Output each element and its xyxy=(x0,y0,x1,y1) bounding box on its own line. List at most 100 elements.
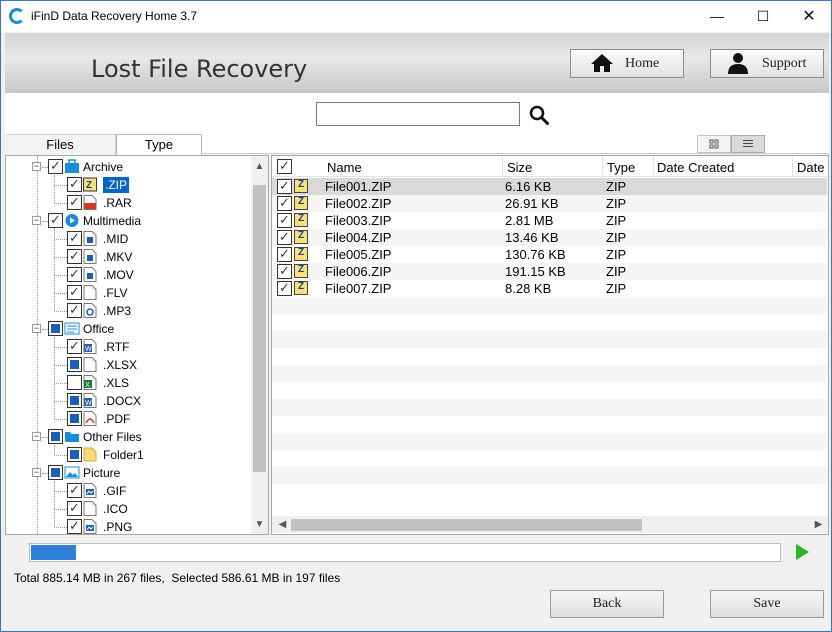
tree-scroll-thumb[interactable] xyxy=(253,185,266,472)
tree-checkbox[interactable] xyxy=(67,411,82,426)
table-row[interactable]: ✓ Z File003.ZIP 2.81 MB ZIP xyxy=(272,212,827,229)
tree-item-label: Office xyxy=(83,322,115,336)
column-divider[interactable] xyxy=(792,156,793,177)
row-checkbox[interactable]: ✓ xyxy=(277,213,292,228)
rar-file-icon xyxy=(83,195,97,210)
tree-checkbox[interactable]: ✓ xyxy=(67,177,82,192)
column-divider[interactable] xyxy=(502,156,503,177)
support-button[interactable]: Support xyxy=(710,49,824,78)
row-checkbox[interactable]: ✓ xyxy=(277,196,292,211)
tree-checkbox[interactable] xyxy=(67,393,82,408)
zip-file-icon: Z xyxy=(294,179,308,193)
tree-checkbox[interactable]: ✓ xyxy=(67,231,82,246)
tree-item[interactable]: ✓ .MID xyxy=(6,230,250,248)
collapse-toggle[interactable]: − xyxy=(32,468,41,477)
title-bar[interactable]: iFinD Data Recovery Home 3.7 — ☐ ✕ xyxy=(1,1,831,32)
thumbnail-view-button[interactable] xyxy=(697,135,731,153)
page-title: Lost File Recovery xyxy=(91,55,308,83)
tree-checkbox[interactable] xyxy=(48,465,63,480)
column-divider[interactable] xyxy=(602,156,603,177)
tree-checkbox[interactable]: ✓ xyxy=(67,195,82,210)
tree-checkbox[interactable]: ✓ xyxy=(67,339,82,354)
save-button[interactable]: Save xyxy=(710,590,824,618)
tree-checkbox[interactable]: ✓ xyxy=(67,303,82,318)
tree-item[interactable]: ✓ .FLV xyxy=(6,284,250,302)
row-checkbox[interactable]: ✓ xyxy=(277,247,292,262)
tree-item[interactable]: ✓ .PNG xyxy=(6,518,250,534)
collapse-toggle[interactable]: − xyxy=(32,162,41,171)
tree-item[interactable]: ✓ .MP3 xyxy=(6,302,250,320)
tree-item[interactable]: .XLSX xyxy=(6,356,250,374)
tab-type[interactable]: Type xyxy=(116,134,202,155)
search-icon[interactable] xyxy=(529,105,549,125)
minimize-button[interactable]: — xyxy=(694,1,740,32)
list-view-button[interactable] xyxy=(731,135,765,153)
tree-category[interactable]: − ✓ Archive xyxy=(6,158,250,176)
tree-checkbox[interactable] xyxy=(67,447,82,462)
tree-category[interactable]: − Other Files xyxy=(6,428,250,446)
column-header-date-created[interactable]: Date Created xyxy=(657,160,734,175)
tree-checkbox[interactable]: ✓ xyxy=(67,267,82,282)
scroll-left-icon[interactable]: ◀ xyxy=(274,516,291,533)
cell-type: ZIP xyxy=(606,196,627,211)
tree-checkbox[interactable]: ✓ xyxy=(67,285,82,300)
column-header-size[interactable]: Size xyxy=(507,160,532,175)
tree-checkbox[interactable]: ✓ xyxy=(48,213,63,228)
tree-item[interactable]: ✓ W .RTF xyxy=(6,338,250,356)
maximize-button[interactable]: ☐ xyxy=(740,1,786,32)
table-row[interactable]: ✓ Z File006.ZIP 191.15 KB ZIP xyxy=(272,263,827,280)
tree-item[interactable]: ✓ .MKV xyxy=(6,248,250,266)
column-header-date[interactable]: Date xyxy=(797,160,824,175)
column-header-name[interactable]: Name xyxy=(327,160,362,175)
tree-item[interactable]: .PDF xyxy=(6,410,250,428)
tree-checkbox[interactable]: ✓ xyxy=(67,483,82,498)
file-list-horizontal-scrollbar[interactable]: ◀ ▶ xyxy=(272,516,828,533)
tree-checkbox[interactable]: ✓ xyxy=(48,159,63,174)
table-row[interactable]: ✓ Z File002.ZIP 26.91 KB ZIP xyxy=(272,195,827,212)
tree-checkbox[interactable]: ✓ xyxy=(67,249,82,264)
svg-text:X: X xyxy=(85,382,90,389)
row-checkbox[interactable]: ✓ xyxy=(277,179,292,194)
scroll-up-icon[interactable]: ▲ xyxy=(251,158,268,175)
tree-item[interactable]: Folder1 xyxy=(6,446,250,464)
tree-category[interactable]: − Picture xyxy=(6,464,250,482)
table-row[interactable]: ✓ Z File007.ZIP 8.28 KB ZIP xyxy=(272,280,827,297)
row-checkbox[interactable]: ✓ xyxy=(277,230,292,245)
table-row[interactable]: ✓ Z File005.ZIP 130.76 KB ZIP xyxy=(272,246,827,263)
column-header-type[interactable]: Type xyxy=(607,160,635,175)
select-all-checkbox[interactable]: ✓ xyxy=(277,159,292,174)
scroll-right-icon[interactable]: ▶ xyxy=(810,516,827,533)
table-row[interactable]: ✓ Z File004.ZIP 13.46 KB ZIP xyxy=(272,229,827,246)
row-checkbox[interactable]: ✓ xyxy=(277,264,292,279)
close-button[interactable]: ✕ xyxy=(786,1,831,32)
tree-category[interactable]: − ✓ Multimedia xyxy=(6,212,250,230)
column-divider[interactable] xyxy=(653,156,654,177)
scroll-down-icon[interactable]: ▼ xyxy=(251,516,268,533)
tree-item[interactable]: ✓ .GIF xyxy=(6,482,250,500)
tree-checkbox[interactable] xyxy=(48,321,63,336)
table-row[interactable]: ✓ Z File001.ZIP 6.16 KB ZIP xyxy=(272,178,827,195)
tree-vertical-scrollbar[interactable]: ▲ ▼ xyxy=(251,156,268,534)
tree-checkbox[interactable]: ✓ xyxy=(67,501,82,516)
tree-item[interactable]: W .DOCX xyxy=(6,392,250,410)
file-list-scroll-thumb[interactable] xyxy=(291,519,642,531)
tree-item[interactable]: ✓ .ICO xyxy=(6,500,250,518)
home-button[interactable]: Home xyxy=(570,49,684,78)
tree-checkbox[interactable]: ✓ xyxy=(67,519,82,534)
tree-item[interactable]: ✓ .RAR xyxy=(6,194,250,212)
tree-checkbox[interactable] xyxy=(67,375,82,390)
collapse-toggle[interactable]: − xyxy=(32,324,41,333)
tree-checkbox[interactable] xyxy=(48,429,63,444)
tree-item[interactable]: ✓ Z .ZIP xyxy=(6,176,250,194)
collapse-toggle[interactable]: − xyxy=(32,432,41,441)
search-input[interactable] xyxy=(316,102,520,126)
tree-category[interactable]: − Office xyxy=(6,320,250,338)
tab-files[interactable]: Files xyxy=(5,134,116,155)
back-button[interactable]: Back xyxy=(550,590,664,618)
tree-item[interactable]: ✓ .MOV xyxy=(6,266,250,284)
tree-item[interactable]: X .XLS xyxy=(6,374,250,392)
tree-checkbox[interactable] xyxy=(67,357,82,372)
collapse-toggle[interactable]: − xyxy=(32,216,41,225)
play-icon[interactable] xyxy=(796,544,809,560)
row-checkbox[interactable]: ✓ xyxy=(277,281,292,296)
